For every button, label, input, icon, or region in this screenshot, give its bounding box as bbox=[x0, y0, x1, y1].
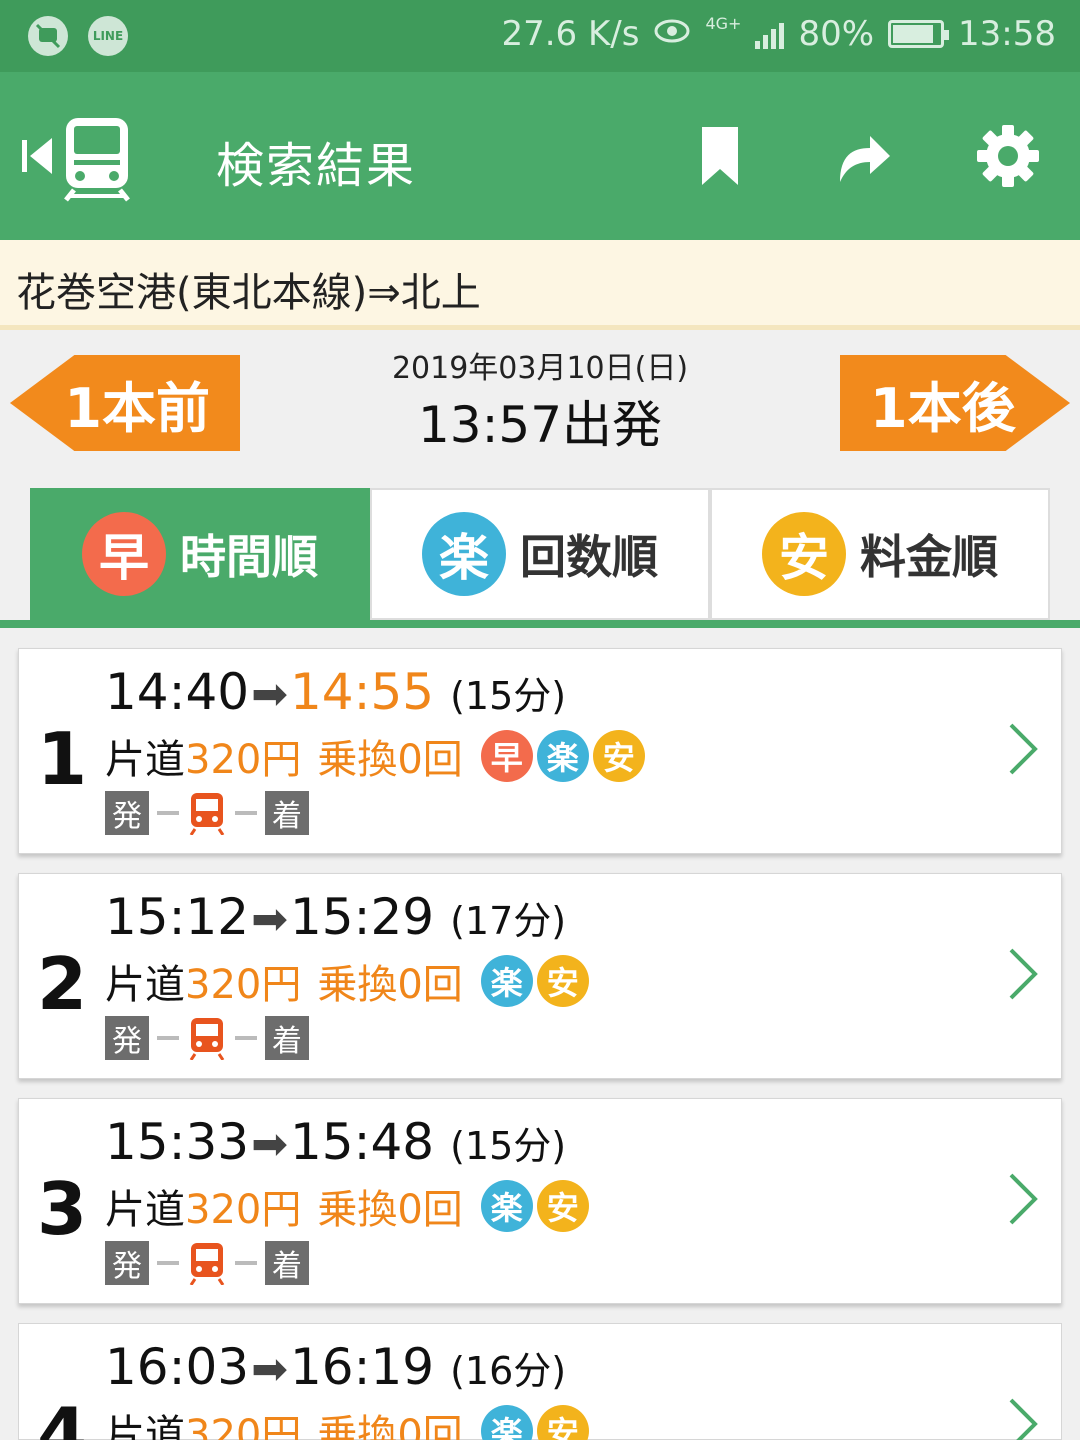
fare-prefix: 片道 bbox=[105, 737, 185, 783]
result-number: 3 bbox=[37, 1167, 88, 1251]
route-text: 花巻空港(東北本線)⇒北上 bbox=[16, 270, 481, 316]
easy-badge-icon: 楽 bbox=[536, 730, 589, 782]
arrow-right-icon: ➡ bbox=[251, 1344, 288, 1395]
page-title: 検索結果 bbox=[216, 138, 417, 194]
duration: (17分) bbox=[450, 899, 567, 943]
easy-badge-icon: 楽 bbox=[480, 955, 533, 1007]
departure-time: 16:03 bbox=[105, 1338, 250, 1396]
cheap-badge-icon: 安 bbox=[536, 1405, 589, 1440]
transfer-count: 乗換0回 bbox=[317, 1412, 463, 1440]
arrival-marker: 着 bbox=[265, 791, 309, 835]
result-card[interactable]: 2 15:12 ➡ 15:29 (17分) 片道 320円 乗換0回 楽 安 発… bbox=[18, 873, 1062, 1079]
duration: (15分) bbox=[450, 674, 567, 718]
cheap-badge-icon: 安 bbox=[536, 1180, 589, 1232]
transfer-count: 乗換0回 bbox=[317, 737, 463, 783]
departure-time: 15:12 bbox=[105, 888, 250, 946]
departure-marker: 発 bbox=[105, 791, 149, 835]
tab-label: 料金順 bbox=[860, 530, 998, 584]
fare-prefix: 片道 bbox=[105, 962, 185, 1008]
sort-tabs: 早 時間順 楽 回数順 安 料金順 bbox=[30, 488, 1050, 620]
tab-sort-transfers[interactable]: 楽 回数順 bbox=[370, 488, 710, 620]
result-card[interactable]: 3 15:33 ➡ 15:48 (15分) 片道 320円 乗換0回 楽 安 発… bbox=[18, 1098, 1062, 1304]
cheap-badge-icon: 安 bbox=[536, 955, 589, 1007]
result-number: 4 bbox=[37, 1392, 88, 1440]
departure-time: 14:40 bbox=[105, 663, 250, 721]
departure-marker: 発 bbox=[105, 1241, 149, 1285]
route-legs: 発 着 bbox=[105, 791, 309, 836]
battery-icon bbox=[888, 20, 950, 48]
arrival-time: 15:48 bbox=[289, 1113, 435, 1171]
easy-badge-icon: 楽 bbox=[480, 1405, 533, 1440]
train-icon bbox=[187, 1016, 227, 1061]
fast-badge-icon: 早 bbox=[480, 730, 533, 782]
line-icon: LINE bbox=[88, 16, 128, 56]
tab-sort-time[interactable]: 早 時間順 bbox=[30, 488, 370, 620]
arrow-right-icon: ➡ bbox=[251, 669, 288, 720]
signal-icon bbox=[755, 19, 785, 49]
duration: (16分) bbox=[450, 1349, 567, 1393]
cheap-badge-icon: 安 bbox=[592, 730, 645, 782]
fare-amount: 320円 bbox=[185, 1187, 302, 1233]
chevron-right-icon bbox=[1009, 1173, 1038, 1225]
result-number: 1 bbox=[37, 717, 88, 801]
arrival-time: 15:29 bbox=[289, 888, 435, 946]
route-legs: 発 着 bbox=[105, 1016, 309, 1061]
arrival-time: 16:19 bbox=[289, 1338, 435, 1396]
transfer-count: 乗換0回 bbox=[317, 962, 463, 1008]
departure-marker: 発 bbox=[105, 1016, 149, 1060]
clock: 13:58 bbox=[958, 14, 1056, 54]
route-banner: 花巻空港(東北本線)⇒北上 bbox=[0, 240, 1080, 330]
fast-badge-icon: 早 bbox=[82, 512, 166, 596]
battery-percent: 80% bbox=[798, 14, 875, 54]
fare-prefix: 片道 bbox=[105, 1412, 185, 1440]
tab-label: 時間順 bbox=[180, 530, 318, 584]
departure-time: 15:33 bbox=[105, 1113, 250, 1171]
network-speed: 27.6 K/s bbox=[501, 14, 640, 54]
share-icon[interactable] bbox=[826, 120, 898, 192]
tab-label: 回数順 bbox=[520, 530, 658, 584]
tab-sort-fare[interactable]: 安 料金順 bbox=[710, 488, 1050, 620]
train-icon bbox=[187, 791, 227, 836]
result-number: 2 bbox=[37, 942, 88, 1026]
arrival-marker: 着 bbox=[265, 1016, 309, 1060]
chevron-right-icon bbox=[1009, 948, 1038, 1000]
back-train-icon[interactable] bbox=[18, 112, 138, 202]
date-bar: 1本前 2019年03月10日(日) 13:57出発 1本後 bbox=[0, 335, 1080, 475]
fare-prefix: 片道 bbox=[105, 1187, 185, 1233]
arrow-right-icon: ➡ bbox=[251, 894, 288, 945]
chevron-right-icon bbox=[1009, 1398, 1038, 1440]
fare-amount: 320円 bbox=[185, 1412, 302, 1440]
app-bar: 検索結果 bbox=[0, 72, 1080, 240]
route-legs: 発 着 bbox=[105, 1241, 309, 1286]
easy-badge-icon: 楽 bbox=[422, 512, 506, 596]
train-icon bbox=[187, 1241, 227, 1286]
status-bar: LINE 27.6 K/s 4G+ 80% 13:58 bbox=[0, 0, 1080, 72]
transfer-count: 乗換0回 bbox=[317, 1187, 463, 1233]
chevron-right-icon bbox=[1009, 723, 1038, 775]
arrival-marker: 着 bbox=[265, 1241, 309, 1285]
result-card[interactable]: 1 14:40 ➡ 14:55 (15分) 片道 320円 乗換0回 早 楽 安… bbox=[18, 648, 1062, 854]
duration: (15分) bbox=[450, 1124, 567, 1168]
bookmark-icon[interactable] bbox=[684, 120, 756, 192]
fare-amount: 320円 bbox=[185, 737, 302, 783]
result-card[interactable]: 4 16:03 ➡ 16:19 (16分) 片道 320円 乗換0回 楽 安 bbox=[18, 1323, 1062, 1440]
easy-badge-icon: 楽 bbox=[480, 1180, 533, 1232]
no-notification-icon bbox=[28, 16, 68, 56]
tabs-divider bbox=[0, 620, 1080, 628]
cheap-badge-icon: 安 bbox=[762, 512, 846, 596]
eye-icon bbox=[653, 14, 691, 54]
fare-amount: 320円 bbox=[185, 962, 302, 1008]
arrow-right-icon: ➡ bbox=[251, 1119, 288, 1170]
arrival-time: 14:55 bbox=[289, 663, 435, 721]
settings-icon[interactable] bbox=[972, 120, 1044, 192]
network-type: 4G+ bbox=[705, 14, 742, 33]
